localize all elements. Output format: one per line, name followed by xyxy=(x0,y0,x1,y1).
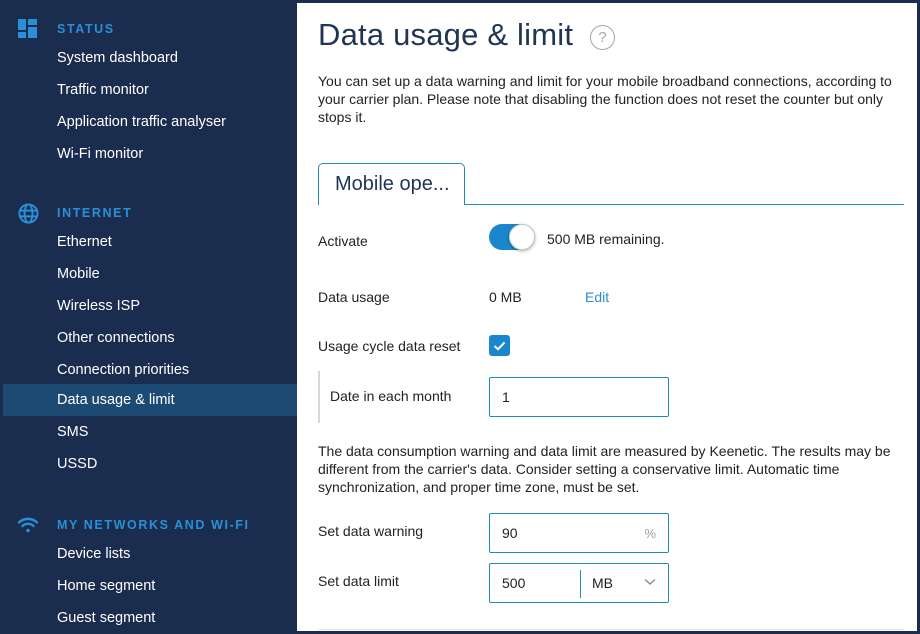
sidebar-item-system-dashboard[interactable]: System dashboard xyxy=(3,42,297,74)
sidebar-item-wifi-monitor[interactable]: Wi-Fi monitor xyxy=(3,138,297,170)
percent-suffix: % xyxy=(644,526,656,541)
section-title: INTERNET xyxy=(57,206,133,220)
data-limit-label: Set data limit xyxy=(318,573,399,589)
data-limit-input[interactable]: 500 xyxy=(490,575,525,591)
sidebar-item-device-lists[interactable]: Device lists xyxy=(3,538,297,570)
wifi-icon xyxy=(17,514,39,536)
section-title: STATUS xyxy=(57,22,115,36)
toggle-knob xyxy=(509,224,535,250)
sidebar-item-sms[interactable]: SMS xyxy=(3,416,297,448)
chevron-down-icon xyxy=(644,579,656,585)
date-in-month-input[interactable]: 1 xyxy=(489,377,669,417)
data-limit-field: 500 MB xyxy=(489,563,669,603)
sidebar-item-mobile[interactable]: Mobile xyxy=(3,258,297,290)
indent-bar xyxy=(318,371,320,423)
sidebar-section-internet: INTERNET xyxy=(3,201,297,225)
cycle-reset-label: Usage cycle data reset xyxy=(318,338,461,354)
globe-icon xyxy=(17,202,39,224)
remaining-status: 500 MB remaining. xyxy=(547,231,665,247)
activate-label: Activate xyxy=(318,233,368,249)
sidebar-item-data-usage-limit[interactable]: Data usage & limit xyxy=(3,384,297,416)
activate-toggle[interactable] xyxy=(489,224,535,250)
main-content: Data usage & limit ? You can set up a da… xyxy=(297,3,917,631)
help-icon[interactable]: ? xyxy=(590,25,615,50)
data-warning-label: Set data warning xyxy=(318,523,424,539)
sidebar-section-my-networks: MY NETWORKS AND WI-FI xyxy=(3,513,297,537)
measurement-note: The data consumption warning and data li… xyxy=(318,443,891,495)
page-title: Data usage & limit xyxy=(318,17,574,52)
edit-usage-link[interactable]: Edit xyxy=(585,289,609,305)
checkmark-icon xyxy=(493,341,506,351)
data-usage-label: Data usage xyxy=(318,289,390,305)
sidebar-item-ussd[interactable]: USSD xyxy=(3,448,297,480)
intro-text: You can set up a data warning and limit … xyxy=(318,73,892,125)
sidebar-item-wireless-isp[interactable]: Wireless ISP xyxy=(3,290,297,322)
sidebar-item-ethernet[interactable]: Ethernet xyxy=(3,226,297,258)
sidebar-item-other-connections[interactable]: Other connections xyxy=(3,322,297,354)
dashboard-icon xyxy=(17,18,39,40)
section-divider xyxy=(318,629,904,630)
data-warning-input[interactable]: 90 % xyxy=(489,513,669,553)
data-warning-value: 90 xyxy=(502,525,518,541)
unit-select[interactable]: MB xyxy=(581,564,668,602)
sidebar-item-connection-priorities[interactable]: Connection priorities xyxy=(3,354,297,386)
cycle-reset-checkbox[interactable] xyxy=(489,335,510,356)
sidebar: STATUS System dashboard Traffic monitor … xyxy=(3,3,297,631)
date-in-month-label: Date in each month xyxy=(330,388,452,404)
sidebar-item-home-segment[interactable]: Home segment xyxy=(3,570,297,602)
sidebar-item-traffic-monitor[interactable]: Traffic monitor xyxy=(3,74,297,106)
app-window: STATUS System dashboard Traffic monitor … xyxy=(0,0,920,634)
sidebar-section-status: STATUS xyxy=(3,17,297,41)
unit-value: MB xyxy=(592,575,613,591)
sidebar-item-guest-segment[interactable]: Guest segment xyxy=(3,602,297,631)
tab-mobile-operator[interactable]: Mobile ope... xyxy=(318,163,465,205)
section-title: MY NETWORKS AND WI-FI xyxy=(57,518,250,532)
data-usage-value: 0 MB xyxy=(489,289,522,305)
sidebar-item-application-traffic-analyser[interactable]: Application traffic analyser xyxy=(3,106,297,138)
